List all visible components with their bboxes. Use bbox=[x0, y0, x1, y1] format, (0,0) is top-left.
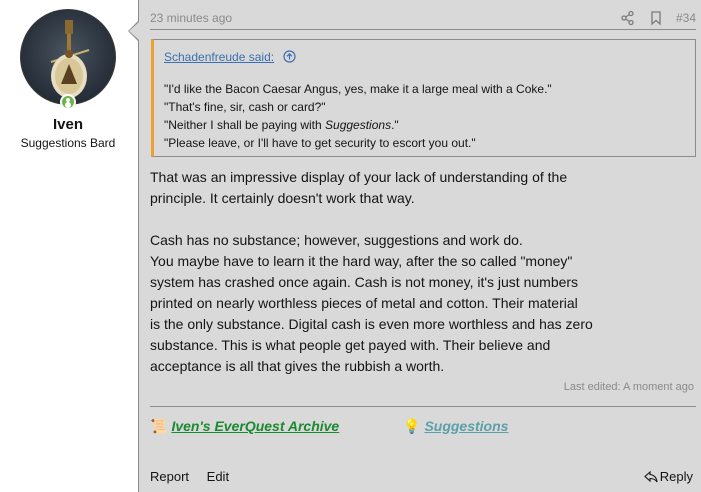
post-header: 23 minutes ago #34 bbox=[150, 10, 696, 30]
user-info-panel: Iven Suggestions Bard bbox=[0, 0, 138, 492]
user-title: Suggestions Bard bbox=[20, 136, 116, 150]
online-status-icon bbox=[60, 94, 76, 110]
quote-content: "I'd like the Bacon Caesar Angus, yes, m… bbox=[164, 80, 552, 152]
username[interactable]: Iven bbox=[0, 116, 136, 133]
post-actions: Report Edit bbox=[150, 469, 243, 484]
reply-arrow-icon bbox=[643, 470, 658, 486]
quote-line: "Neither I shall be paying with Suggesti… bbox=[164, 118, 399, 132]
quote-line: "Please leave, or I'll have to get secur… bbox=[164, 136, 476, 150]
quote-line: "I'd like the Bacon Caesar Angus, yes, m… bbox=[164, 82, 552, 96]
post-pointer bbox=[129, 22, 139, 40]
avatar[interactable] bbox=[20, 9, 116, 105]
quote-block: Schadenfreude said: "I'd like the Bacon … bbox=[151, 39, 696, 157]
signature-link-archive[interactable]: 📜 Iven's EverQuest Archive bbox=[150, 418, 339, 435]
share-icon[interactable] bbox=[620, 10, 636, 26]
quote-emphasis: Suggestions bbox=[325, 118, 392, 132]
post-number-link[interactable]: #34 bbox=[676, 11, 696, 25]
last-edited-note: Last edited: A moment ago bbox=[563, 381, 694, 393]
reply-button[interactable]: Reply bbox=[643, 469, 693, 486]
message-paragraph: Cash has no substance; however, suggesti… bbox=[150, 232, 593, 374]
quote-author-link[interactable]: Schadenfreude said: bbox=[164, 50, 274, 64]
lightbulb-icon: 💡 bbox=[403, 418, 421, 434]
quote-line: "That's fine, sir, cash or card?" bbox=[164, 100, 326, 114]
edit-button[interactable]: Edit bbox=[207, 469, 229, 484]
scroll-icon: 📜 bbox=[150, 418, 168, 434]
bookmark-icon[interactable] bbox=[648, 10, 664, 26]
post-message: That was an impressive display of your l… bbox=[150, 167, 630, 377]
post-timestamp[interactable]: 23 minutes ago bbox=[150, 11, 232, 25]
lute-avatar-icon bbox=[50, 20, 90, 98]
arrow-up-circle-icon[interactable] bbox=[283, 50, 297, 66]
signature-divider bbox=[150, 406, 696, 407]
quote-header: Schadenfreude said: bbox=[164, 50, 297, 66]
post-body-panel: 23 minutes ago #34 Schadenfreude said: "… bbox=[138, 0, 701, 492]
message-paragraph: That was an impressive display of your l… bbox=[150, 169, 568, 206]
report-button[interactable]: Report bbox=[150, 469, 189, 484]
signature-link-suggestions[interactable]: 💡 Suggestions bbox=[403, 418, 508, 435]
